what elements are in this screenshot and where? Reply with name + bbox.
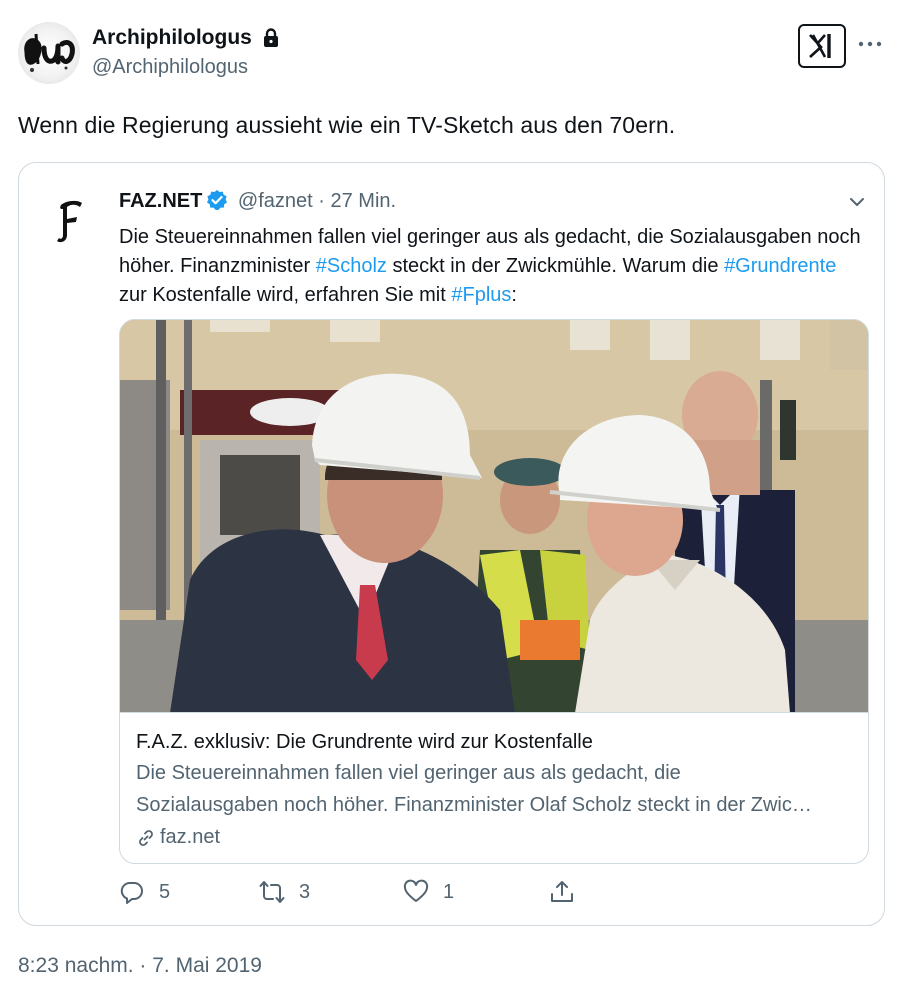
quoted-tweet[interactable]: FAZ.NET @faznet · 27 Min. Die Steuereinn… — [18, 162, 885, 926]
card-domain-text: faz.net — [160, 826, 221, 848]
quoted-time[interactable]: 27 Min. — [331, 190, 397, 212]
quoted-text-part: steckt in der Zwickmühle. Warum die — [386, 255, 725, 277]
author-display-name[interactable]: Archiphilologus — [92, 26, 252, 50]
quoted-header: FAZ.NET @faznet · 27 Min. — [119, 189, 396, 213]
card-domain[interactable]: faz.net — [136, 826, 856, 849]
share-button[interactable] — [549, 879, 589, 905]
tweet-timestamp[interactable]: 8:23 nachm. · 7. Mai 2019 — [18, 954, 262, 978]
quoted-separator: · — [318, 190, 325, 212]
card-title[interactable]: F.A.Z. exklusiv: Die Grundrente wird zur… — [136, 728, 856, 756]
share-icon — [551, 881, 573, 902]
like-count: 1 — [443, 880, 455, 903]
quoted-text-part: zur Kostenfalle wird, erfahren Sie mit — [119, 284, 452, 306]
tweet-text: Wenn die Regierung aussieht wie ein TV-S… — [18, 112, 676, 138]
card-description-line: Die Steuereinnahmen fallen viel geringer… — [136, 762, 681, 784]
card-description-line: Sozialausgaben noch höher. Finanzministe… — [136, 794, 812, 816]
reply-icon — [120, 881, 143, 904]
reply-count: 5 — [159, 880, 171, 903]
hashtag-scholz[interactable]: #Scholz — [316, 255, 387, 277]
hashtag-grundrente[interactable]: #Grundrente — [724, 255, 836, 277]
quoted-handle[interactable]: @faznet — [238, 190, 313, 212]
x-logo-icon[interactable] — [798, 24, 846, 68]
quoted-display-name[interactable]: FAZ.NET — [119, 190, 202, 212]
quoted-text-part: : — [511, 284, 517, 306]
verified-icon — [206, 189, 228, 211]
link-card[interactable]: F.A.Z. exklusiv: Die Grundrente wird zur… — [119, 319, 869, 864]
reply-button[interactable]: 5 — [119, 879, 170, 905]
retweet-icon — [259, 881, 285, 903]
chevron-down-icon[interactable] — [846, 191, 868, 213]
author-handle[interactable]: @Archiphilologus — [92, 56, 280, 79]
card-body: F.A.Z. exklusiv: Die Grundrente wird zur… — [136, 728, 856, 849]
retweet-button[interactable]: 3 — [259, 879, 310, 905]
hashtag-fplus[interactable]: #Fplus — [451, 284, 511, 306]
retweet-count: 3 — [299, 880, 311, 903]
action-bar: 5 3 1 — [119, 879, 579, 909]
like-button[interactable]: 1 — [403, 879, 454, 905]
author-info: Archiphilologus @Archiphilologus — [92, 26, 280, 79]
avatar[interactable] — [18, 22, 80, 84]
more-icon[interactable] — [858, 32, 882, 56]
faz-logo[interactable] — [55, 197, 85, 245]
card-photo — [120, 320, 868, 712]
tweet-header: Archiphilologus @Archiphilologus — [18, 22, 882, 86]
lock-icon — [262, 28, 280, 48]
quoted-text: Die Steuereinnahmen fallen viel geringer… — [119, 223, 867, 310]
avatar-graphic — [24, 33, 75, 72]
like-icon — [403, 879, 429, 902]
link-icon — [136, 828, 156, 848]
card-image[interactable] — [120, 320, 868, 713]
